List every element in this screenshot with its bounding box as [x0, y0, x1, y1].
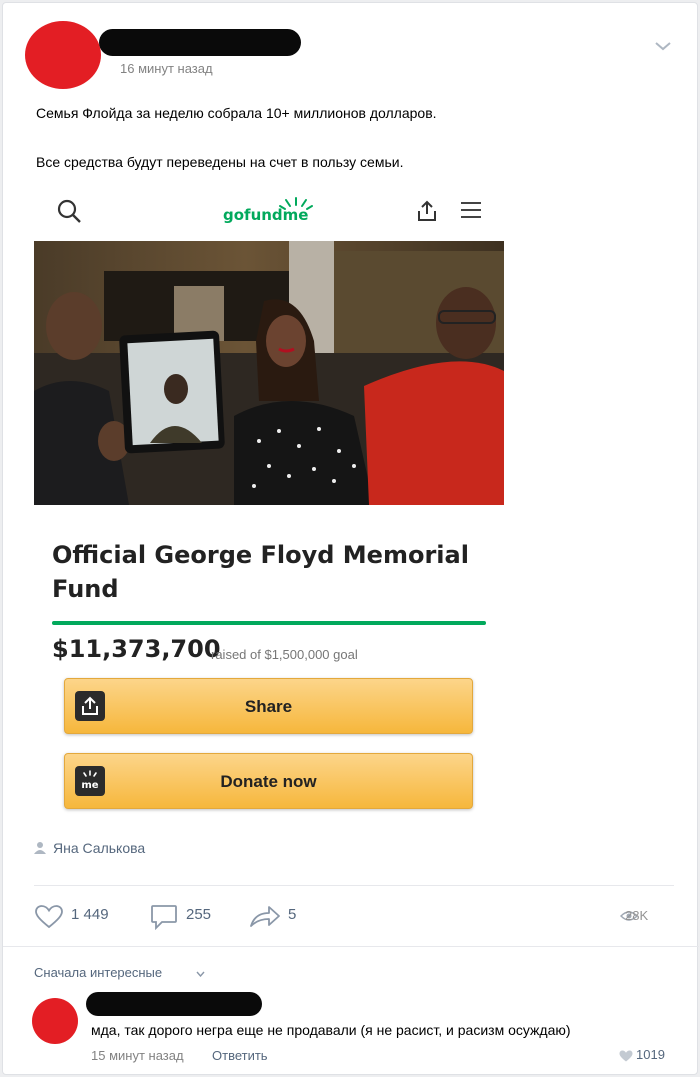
- post-author-avatar[interactable]: [25, 21, 101, 89]
- upload-share-icon: [418, 200, 436, 221]
- svg-text:gofundme: gofundme: [223, 206, 308, 224]
- progress-fill: [52, 621, 486, 625]
- post-text-line: Семья Флойда за неделю собрала 10+ милли…: [36, 105, 437, 121]
- hamburger-menu-icon: [461, 202, 481, 218]
- share-button-label: Share: [244, 697, 293, 716]
- like-count[interactable]: 1 449: [71, 906, 109, 923]
- post-timestamp[interactable]: 16 минут назад: [120, 61, 213, 76]
- gofundme-logo: gofundme: [223, 197, 313, 224]
- goal-text: raised of $1,500,000 goal: [211, 647, 358, 662]
- heart-icon[interactable]: [619, 1050, 633, 1062]
- redacted-author-name: [99, 29, 301, 56]
- heart-icon[interactable]: [35, 905, 63, 929]
- comment-sort-dropdown[interactable]: Сначала интересные: [34, 965, 162, 980]
- comment-like-count[interactable]: 1019: [636, 1047, 665, 1062]
- search-icon: [57, 199, 81, 223]
- post-author-link[interactable]: Яна Салькова: [53, 840, 145, 856]
- redacted-commenter-name: [86, 992, 262, 1016]
- repost-count[interactable]: 5: [288, 906, 296, 923]
- comment-icon[interactable]: [150, 904, 178, 930]
- chevron-down-icon[interactable]: [653, 39, 673, 53]
- comment-text: мда, так дорого негра еще не продавали (…: [91, 1022, 571, 1038]
- commenter-avatar[interactable]: [32, 998, 78, 1044]
- chevron-down-icon[interactable]: [196, 971, 205, 977]
- donate-button-label: Donate now: [220, 772, 317, 791]
- comment-count[interactable]: 255: [186, 906, 211, 923]
- comment-timestamp[interactable]: 15 минут назад: [91, 1048, 184, 1063]
- fund-title: Official George Floyd Memorial Fund: [52, 541, 469, 603]
- post-card: 16 минут назад Семья Флойда за неделю со…: [2, 2, 699, 1075]
- post-text-line: Все средства будут переведены на счет в …: [36, 154, 404, 170]
- share-button: Share: [64, 678, 473, 734]
- reply-link[interactable]: Ответить: [212, 1048, 268, 1063]
- donate-button: me Donate now: [64, 753, 473, 809]
- user-icon: [34, 842, 46, 854]
- view-count: 28K: [625, 908, 649, 923]
- raised-amount: $11,373,700: [52, 635, 221, 663]
- divider: [34, 885, 674, 886]
- fund-photo: [34, 241, 504, 505]
- divider: [3, 946, 699, 947]
- share-arrow-icon[interactable]: [249, 905, 281, 929]
- progress-bar: [52, 621, 486, 625]
